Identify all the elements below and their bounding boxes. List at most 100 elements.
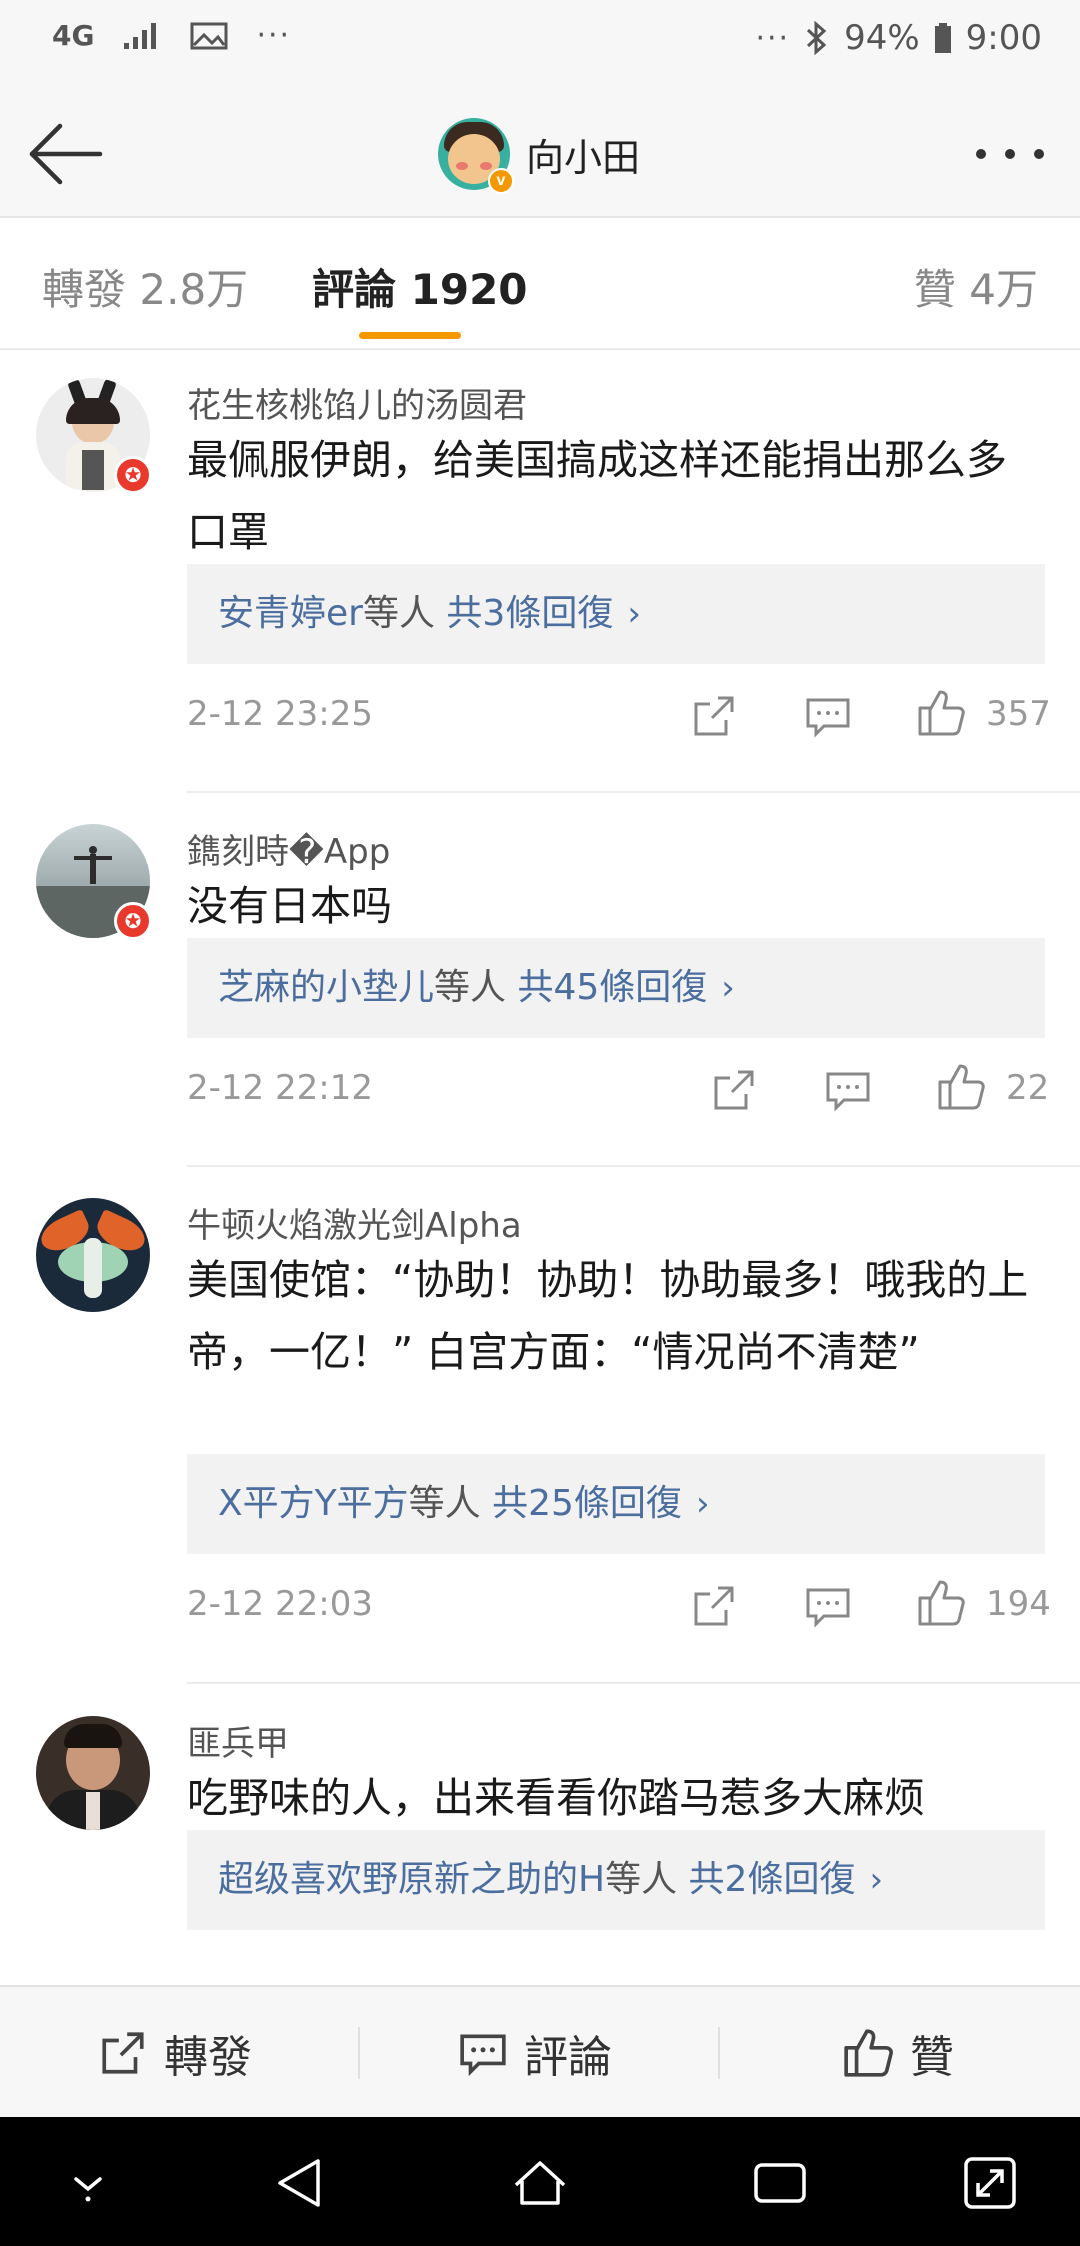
- separator: [718, 2027, 720, 2079]
- image-icon: [190, 22, 228, 49]
- comment-replies[interactable]: 芝麻的小垫儿等人 共45條回復 ›: [187, 938, 1045, 1038]
- system-navigation-bar: [0, 2117, 1080, 2246]
- comment-username[interactable]: 鐫刻時�App: [187, 824, 390, 873]
- share-icon: [714, 1070, 754, 1110]
- comment-icon: [806, 1588, 850, 1628]
- comment-username[interactable]: 匪兵甲: [187, 1716, 289, 1765]
- thumbs-up-icon: [844, 2029, 893, 2077]
- nav-home-button[interactable]: [512, 2155, 568, 2211]
- chevron-right-icon: ›: [627, 594, 641, 634]
- comment-text: 没有日本吗: [187, 882, 392, 930]
- comment-username[interactable]: 牛顿火焰激光剑Alpha: [187, 1198, 522, 1247]
- comment-button[interactable]: [824, 1066, 872, 1114]
- like-label: 贊: [910, 2032, 954, 2083]
- verified-badge: v: [488, 168, 514, 194]
- tab-count: 1920: [410, 265, 528, 314]
- tab-repost[interactable]: 轉發 2.8万: [42, 256, 248, 317]
- battery-percent: 94%: [844, 18, 920, 58]
- divider: [187, 791, 1080, 793]
- share-button[interactable]: [690, 692, 738, 740]
- reply-count: 共25條回復: [492, 1483, 682, 1524]
- back-button[interactable]: [24, 116, 108, 192]
- comment-time: 2-12 22:12: [187, 1068, 373, 1108]
- page-title: 向小田: [526, 135, 641, 180]
- bluetooth-icon: [807, 21, 827, 55]
- tab-label: 轉發: [42, 265, 127, 314]
- more-button[interactable]: [970, 126, 1050, 182]
- reply-rest: 等人: [408, 1483, 481, 1524]
- badge-icon: ✪: [114, 902, 152, 940]
- status-bar: 4G ··· ··· 94% 9:00: [0, 0, 1080, 90]
- like-count: 22: [1006, 1068, 1050, 1108]
- comment-avatar[interactable]: [36, 1198, 150, 1312]
- active-tab-indicator: [359, 332, 461, 339]
- comment-text: 最佩服伊朗，给美国搞成这样还能捐出那么多口罩: [187, 436, 1007, 556]
- more-dot: [1005, 149, 1015, 159]
- bottom-action-bar: 轉發 評論 贊: [0, 1985, 1080, 2117]
- repost-label: 轉發: [164, 2032, 252, 2083]
- share-icon: [102, 2032, 144, 2074]
- like-action-button[interactable]: 贊: [842, 1987, 954, 2119]
- tab-count: 4万: [969, 265, 1038, 314]
- thumbs-up-icon: [918, 1580, 965, 1626]
- network-label: 4G: [52, 19, 95, 52]
- comment-icon: [460, 2034, 506, 2077]
- tab-bar: 轉發 2.8万 評論 1920 贊 4万: [0, 220, 1080, 350]
- reply-names: 芝麻的小垫儿: [218, 967, 435, 1008]
- nav-recents-button[interactable]: [752, 2155, 808, 2211]
- comment-text: 美国使馆：“协助！协助！协助最多！哦我的上帝，一亿！” 白宫方面：“情况尚不清楚…: [187, 1256, 1029, 1376]
- reply-names: 超级喜欢野原新之助的H: [218, 1859, 606, 1900]
- comment-button[interactable]: [804, 1582, 852, 1630]
- share-button[interactable]: [690, 1582, 738, 1630]
- top-header: v 向小田: [0, 90, 1080, 218]
- reply-names: X平方Y平方: [218, 1483, 409, 1524]
- triangle-back-icon: [278, 2159, 320, 2207]
- nav-back-button[interactable]: [272, 2155, 328, 2211]
- signal-icon: [124, 22, 157, 49]
- comment-icon: [806, 698, 850, 738]
- badge-icon: ✪: [114, 456, 152, 494]
- repost-button[interactable]: 轉發: [98, 1987, 252, 2119]
- like-button[interactable]: [916, 688, 965, 736]
- separator: [358, 2027, 360, 2079]
- share-icon: [694, 696, 734, 736]
- comment-time: 2-12 23:25: [187, 694, 373, 734]
- chevron-right-icon: ›: [721, 968, 735, 1008]
- nav-expand-button[interactable]: [962, 2155, 1018, 2211]
- more-dot: [976, 149, 986, 159]
- battery-icon: [934, 23, 951, 53]
- chevron-right-icon: ›: [695, 1484, 710, 1524]
- tab-count: 2.8万: [139, 265, 249, 314]
- comment-avatar[interactable]: ✪: [36, 824, 152, 940]
- more-dot: [1034, 149, 1044, 159]
- tab-comment[interactable]: 評論 1920: [312, 256, 528, 317]
- like-button[interactable]: [936, 1062, 985, 1110]
- thumbs-up-icon: [938, 1064, 985, 1110]
- header-avatar[interactable]: v: [438, 118, 514, 194]
- comment-time: 2-12 22:03: [187, 1584, 373, 1624]
- comment-avatar[interactable]: ✪: [36, 378, 152, 494]
- status-right: ··· 94% 9:00: [755, 18, 1042, 58]
- share-button[interactable]: [710, 1066, 758, 1114]
- comment-replies[interactable]: X平方Y平方等人 共25條回復 ›: [187, 1454, 1045, 1554]
- like-button[interactable]: [916, 1578, 965, 1626]
- divider: [187, 1165, 1080, 1167]
- like-count: 194: [986, 1584, 1051, 1624]
- chevron-down-icon: [74, 2177, 102, 2202]
- status-dots-right: ···: [755, 20, 791, 56]
- tab-like[interactable]: 贊 4万: [914, 256, 1038, 317]
- hide-keyboard-button[interactable]: [60, 2155, 116, 2211]
- status-dots-left: ···: [256, 18, 292, 53]
- comment-action-button[interactable]: 評論: [458, 1987, 612, 2119]
- comment-button[interactable]: [804, 692, 852, 740]
- comment-text: 吃野味的人，出来看看你踏马惹多大麻烦: [187, 1774, 925, 1822]
- comment-username[interactable]: 花生核桃馅儿的汤圆君: [187, 378, 527, 427]
- clock: 9:00: [965, 18, 1042, 58]
- comment-replies[interactable]: 安青婷er等人 共3條回復 ›: [187, 564, 1045, 664]
- comment-avatar[interactable]: [36, 1716, 150, 1830]
- reply-count: 共3條回復: [446, 593, 614, 634]
- header-profile[interactable]: v 向小田: [438, 116, 641, 194]
- share-icon: [694, 1586, 734, 1626]
- thumbs-up-icon: [918, 690, 965, 736]
- comment-replies[interactable]: 超级喜欢野原新之助的H等人 共2條回復 ›: [187, 1830, 1045, 1930]
